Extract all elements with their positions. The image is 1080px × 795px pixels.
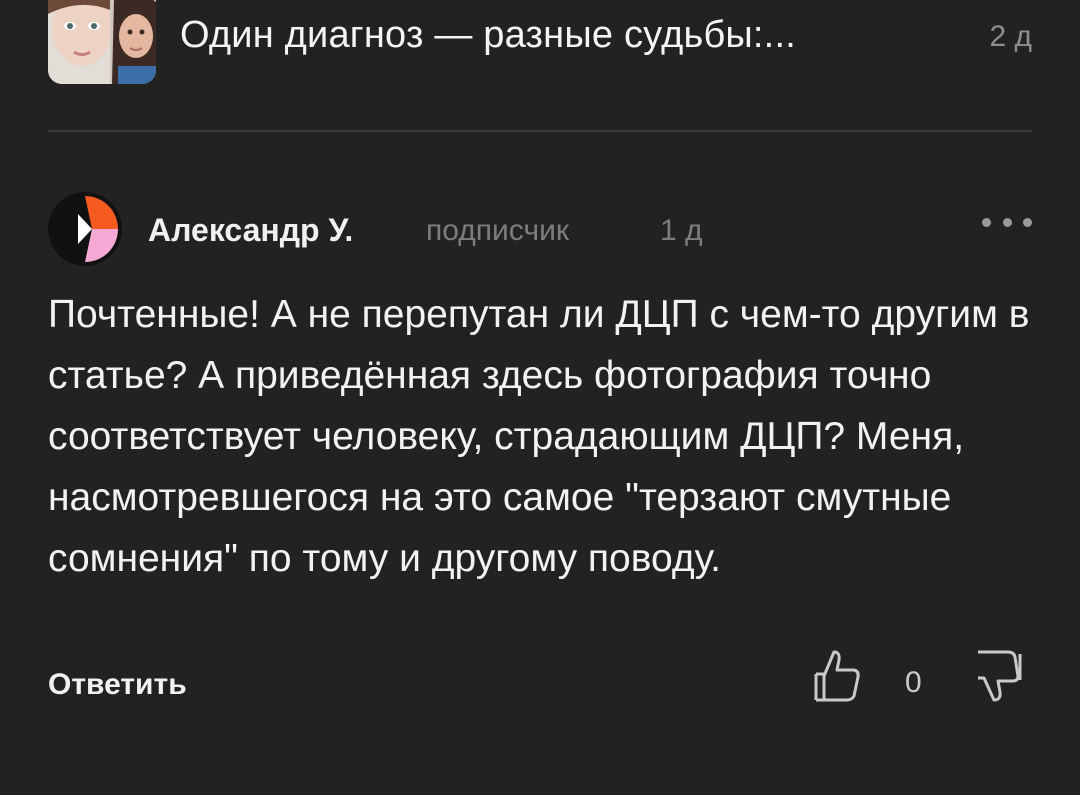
dot — [982, 217, 991, 227]
author-role: подписчик — [426, 214, 569, 247]
thumb-up-icon[interactable] — [812, 648, 862, 704]
divider — [48, 130, 1032, 132]
article-thumbnail — [48, 0, 156, 84]
thumb-down-icon[interactable] — [972, 648, 1026, 704]
more-dots-icon[interactable] — [982, 210, 1032, 234]
author-name[interactable]: Александр У. — [148, 212, 353, 249]
article-title[interactable]: Один диагноз — разные судьбы:... — [180, 14, 796, 57]
comment-time: 1 д — [660, 214, 703, 247]
comments-page: Один диагноз — разные судьбы:... 2 д Але… — [0, 0, 1080, 795]
article-link[interactable]: Один диагноз — разные судьбы:... 2 д — [48, 0, 1032, 86]
dot — [1023, 217, 1032, 227]
like-count: 0 — [905, 666, 922, 699]
reply-button[interactable]: Ответить — [48, 668, 187, 702]
comment-header: Александр У. подписчик 1 д — [48, 192, 1032, 272]
dot — [1002, 217, 1012, 227]
article-time: 2 д — [989, 20, 1032, 53]
avatar[interactable] — [48, 192, 122, 266]
comment-text: Почтенные! А не перепутан ли ДЦП с чем-т… — [48, 293, 1030, 580]
